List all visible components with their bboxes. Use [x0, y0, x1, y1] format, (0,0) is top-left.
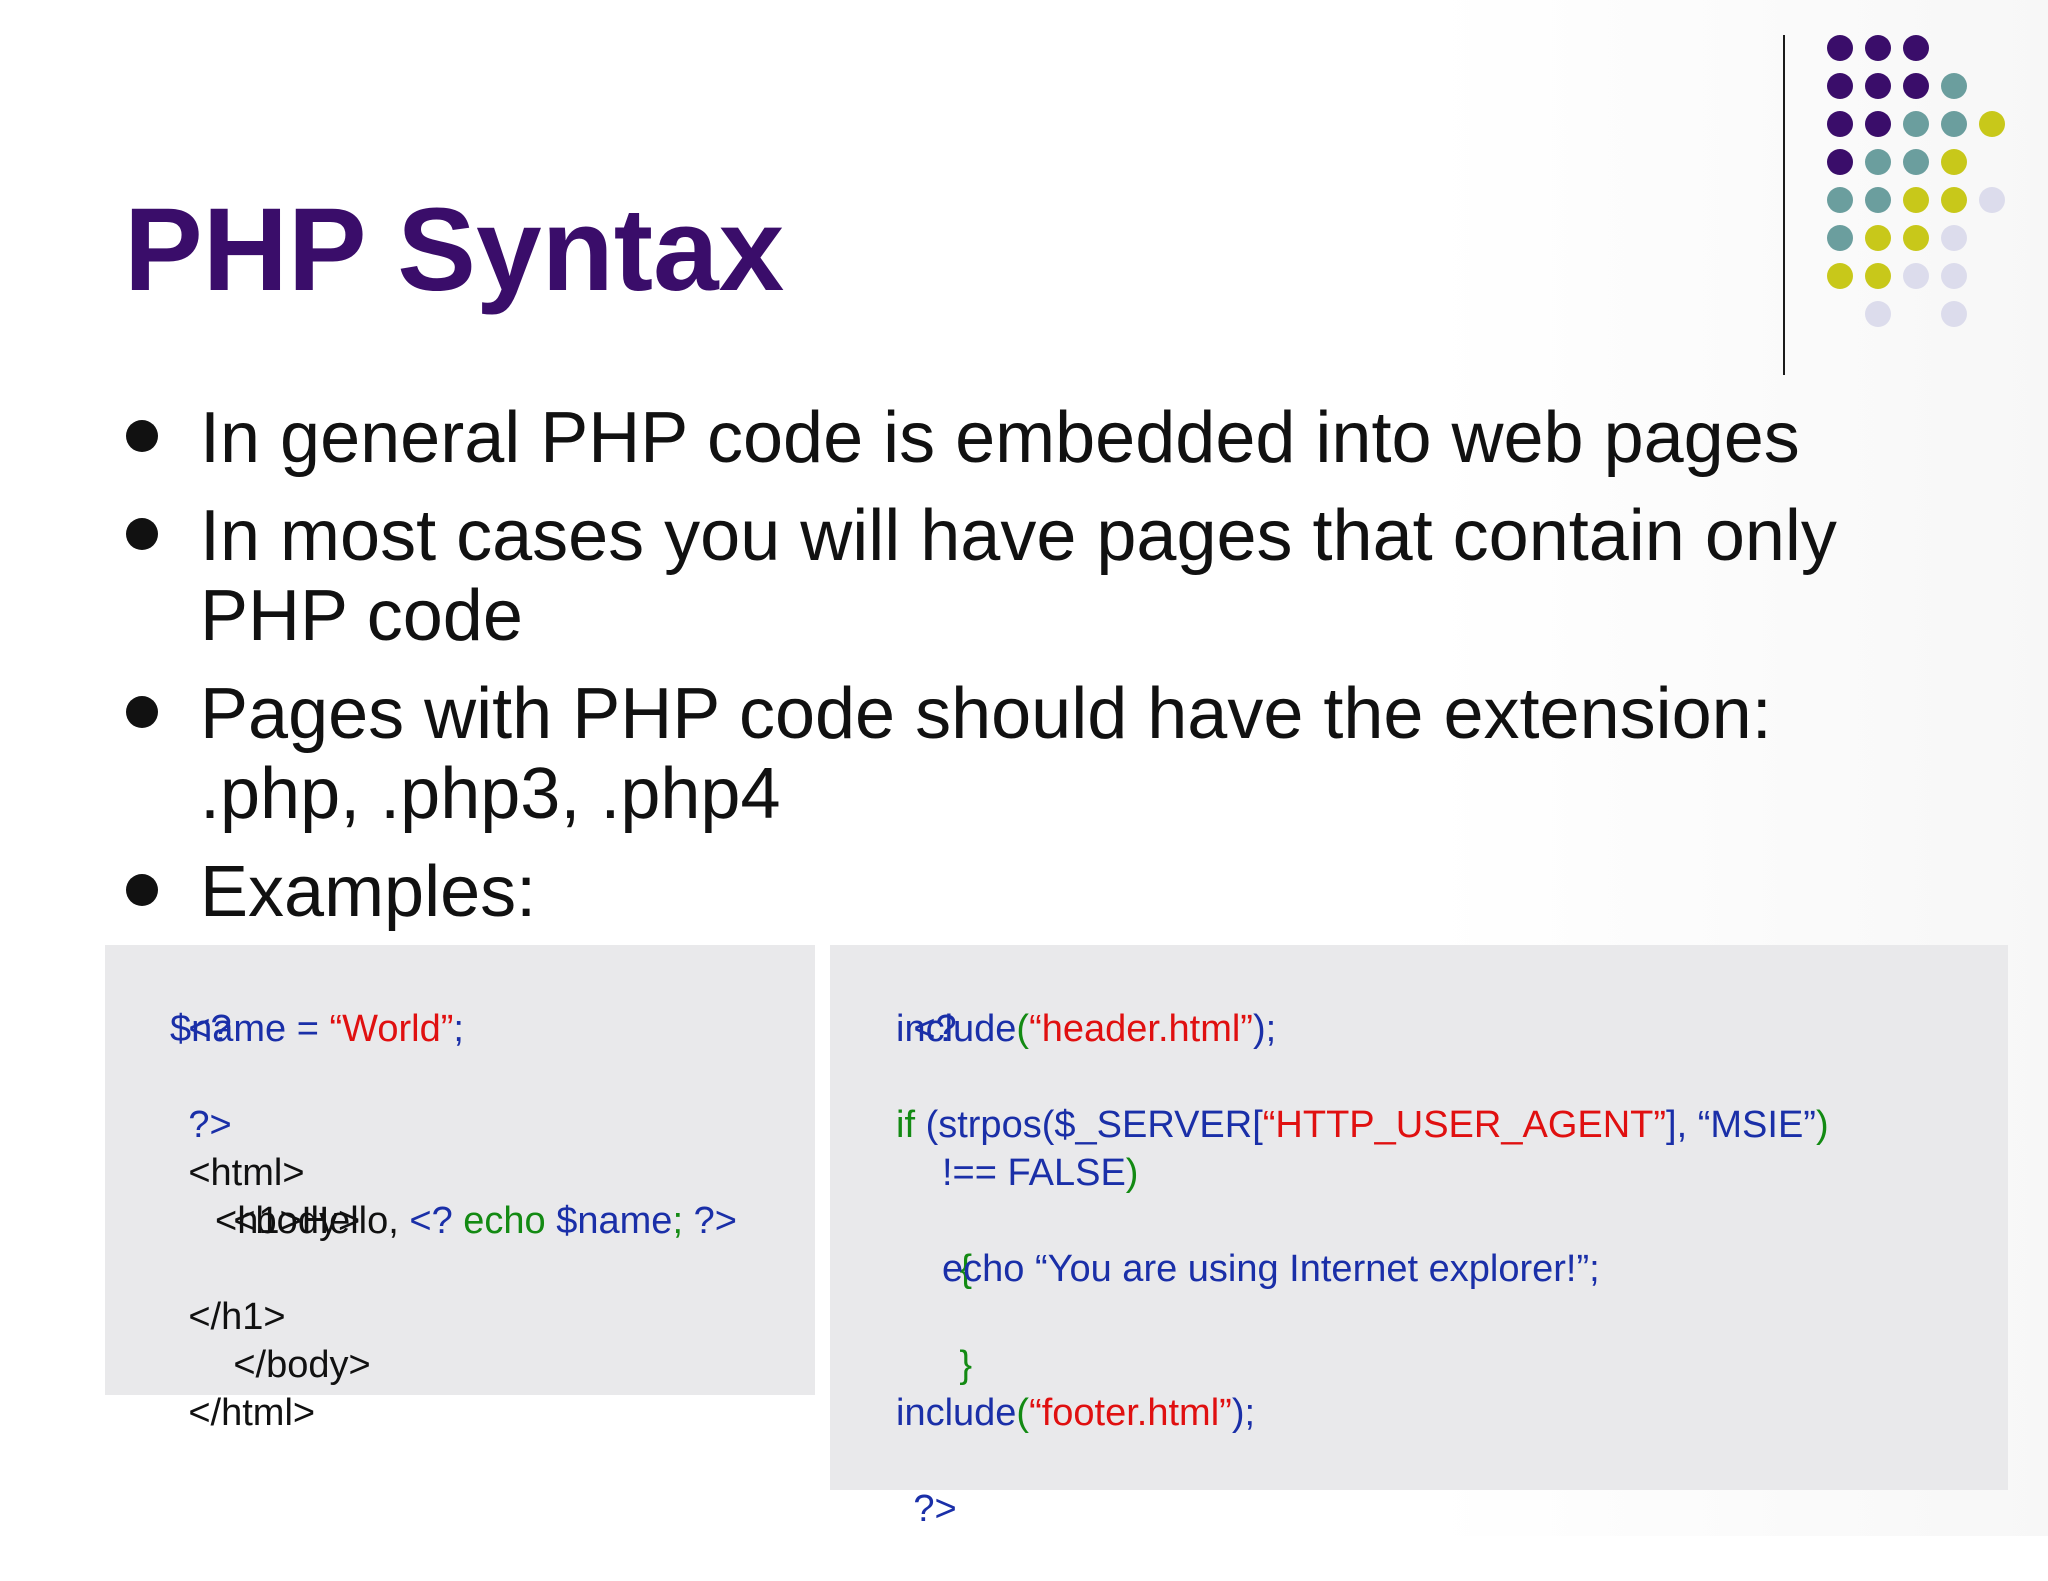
- code-token: ?>: [913, 1488, 957, 1530]
- code-line: </html>: [125, 1341, 315, 1485]
- code-token: );: [1231, 1392, 1256, 1434]
- code-line: ?>: [850, 1437, 957, 1581]
- decorative-dot: [1827, 263, 1853, 289]
- decorative-dot: [1827, 35, 1853, 61]
- bullet-item: In general PHP code is embedded into web…: [126, 398, 1920, 478]
- code-token: echo: [942, 1248, 1035, 1290]
- code-token: ): [1125, 1152, 1139, 1194]
- decorative-dot: [1941, 111, 1967, 137]
- code-token: “World”: [329, 1008, 454, 1050]
- code-token: “footer.html”: [1029, 1392, 1232, 1434]
- decorative-dot: [1865, 111, 1891, 137]
- decorative-dot: [1865, 149, 1891, 175]
- decorative-dot: [1865, 187, 1891, 213]
- code-line: <h1>Hello, <? echo $name; ?>: [215, 1197, 737, 1245]
- code-token: ?>: [693, 1200, 737, 1242]
- code-token: ;: [672, 1200, 694, 1242]
- bullet-item: Examples:: [126, 852, 1920, 932]
- decorative-dot: [1827, 187, 1853, 213]
- bullet-dot-icon: [126, 696, 158, 728]
- decorative-dot: [1979, 187, 2005, 213]
- decorative-dot: [1941, 149, 1967, 175]
- decorative-dot: [1865, 225, 1891, 251]
- decorative-dot: [1903, 35, 1929, 61]
- code-line: !== FALSE): [942, 1149, 1138, 1197]
- code-token: ;: [453, 1008, 464, 1050]
- decorative-dot: [1941, 73, 1967, 99]
- code-token: (strpos(: [925, 1104, 1055, 1146]
- code-token: “HTTP_USER_AGENT”: [1262, 1104, 1667, 1146]
- code-token: ],: [1666, 1104, 1698, 1146]
- bullet-text: Pages with PHP code should have the exte…: [200, 674, 1772, 834]
- decorative-dot: [1941, 187, 1967, 213]
- code-token: “MSIE”: [1697, 1104, 1816, 1146]
- code-token: (: [1016, 1392, 1030, 1434]
- code-token: <?: [409, 1200, 464, 1242]
- code-token: $name: [556, 1200, 673, 1242]
- decorative-dot: [1865, 35, 1891, 61]
- code-line: $name = “World”;: [170, 1005, 464, 1053]
- decorative-dot: [1827, 149, 1853, 175]
- code-line: echo “You are using Internet explorer!”;: [942, 1245, 1600, 1293]
- code-token: (: [1016, 1008, 1030, 1050]
- code-line: include(“footer.html”);: [896, 1389, 1255, 1437]
- code-token: $name: [170, 1008, 287, 1050]
- code-token: $_SERVER[: [1054, 1104, 1263, 1146]
- code-example-2: <? include(“header.html”); if (strpos($_…: [830, 945, 2008, 1530]
- code-line: if (strpos($_SERVER[“HTTP_USER_AGENT”], …: [896, 1101, 1829, 1149]
- decorative-dot: [1979, 111, 2005, 137]
- decorative-dot: [1903, 263, 1929, 289]
- code-token: !== FALSE: [942, 1152, 1126, 1194]
- decorative-dot: [1903, 187, 1929, 213]
- bullet-item: Pages with PHP code should have the exte…: [126, 674, 1920, 834]
- bullet-text: In general PHP code is embedded into web…: [200, 398, 1800, 478]
- bullet-dot-icon: [126, 518, 158, 550]
- code-token: =: [286, 1008, 330, 1050]
- bullet-item: In most cases you will have pages that c…: [126, 496, 1920, 656]
- decorative-dot: [1903, 149, 1929, 175]
- slide: PHP Syntax In general PHP code is embedd…: [0, 0, 2048, 1536]
- code-token: “header.html”: [1029, 1008, 1253, 1050]
- slide-title: PHP Syntax: [124, 184, 785, 316]
- title-divider: [1783, 35, 1785, 375]
- code-token: include: [896, 1008, 1017, 1050]
- decorative-dot: [1865, 73, 1891, 99]
- code-token: }: [959, 1344, 973, 1386]
- code-token: );: [1252, 1008, 1277, 1050]
- decorative-dot: [1865, 263, 1891, 289]
- decorative-dot: [1941, 225, 1967, 251]
- bullet-dot-icon: [126, 420, 158, 452]
- code-token: “You are using Internet explorer!”;: [1034, 1248, 1600, 1290]
- decorative-dot: [1903, 225, 1929, 251]
- code-example-1: <? $name = “World”; ?> <html> <body> <h1…: [105, 945, 815, 1434]
- decorative-dot: [1941, 263, 1967, 289]
- decorative-dot: [1865, 301, 1891, 327]
- code-token: include: [896, 1392, 1017, 1434]
- decorative-dot: [1827, 111, 1853, 137]
- code-token: <h1>Hello,: [215, 1200, 410, 1242]
- code-token: ): [1815, 1104, 1829, 1146]
- decorative-dot: [1903, 73, 1929, 99]
- bullet-text: Examples:: [200, 852, 537, 932]
- bullet-dot-icon: [126, 874, 158, 906]
- code-token: echo: [463, 1200, 557, 1242]
- decorative-dot: [1903, 111, 1929, 137]
- decorative-dot: [1941, 301, 1967, 327]
- decorative-dot: [1827, 73, 1853, 99]
- code-token: </html>: [188, 1392, 316, 1434]
- code-line: include(“header.html”);: [896, 1005, 1276, 1053]
- code-token: if: [896, 1104, 926, 1146]
- bullet-text: In most cases you will have pages that c…: [200, 496, 1837, 656]
- decorative-dot: [1827, 225, 1853, 251]
